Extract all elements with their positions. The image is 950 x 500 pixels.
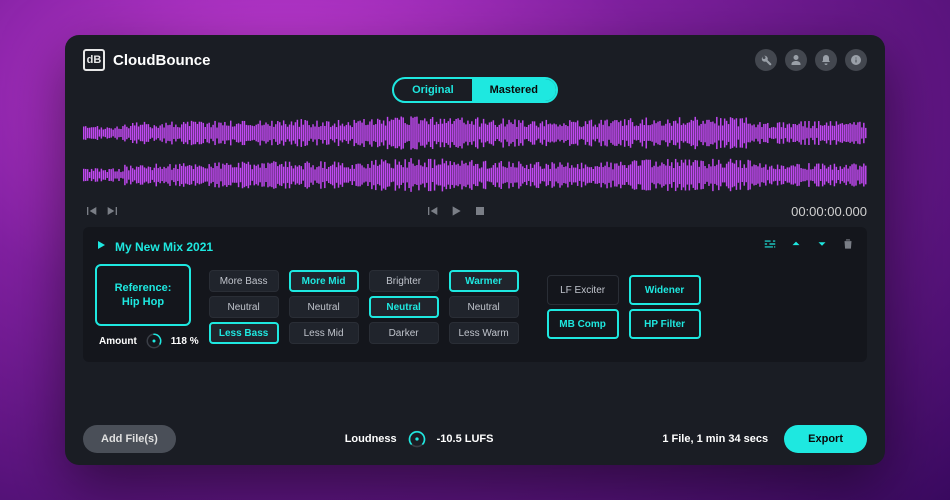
logo-badge: dB [83,49,105,71]
stop-icon[interactable] [472,203,488,219]
sliders-icon[interactable] [763,237,777,256]
track-play-icon[interactable] [95,238,107,256]
reference-genre-button[interactable]: Reference: Hip Hop [95,264,191,326]
preset-col-mid: More Mid Neutral Less Mid [289,270,359,344]
chip-neutral-mid[interactable]: Neutral [289,296,359,318]
footer: Add File(s) Loudness -10.5 LUFS 1 File, … [83,417,867,453]
chip-neutral-warm[interactable]: Neutral [449,296,519,318]
reference-label: Reference: [115,281,172,295]
waveform-display[interactable] [83,109,867,199]
loudness-control: Loudness -10.5 LUFS [345,429,494,449]
bell-icon[interactable] [815,49,837,71]
module-lf-exciter[interactable]: LF Exciter [547,275,619,305]
trash-icon[interactable] [841,237,855,256]
amount-knob[interactable] [145,332,163,350]
skip-forward-icon[interactable] [105,203,121,219]
file-info: 1 File, 1 min 34 secs [662,433,768,445]
loudness-value: -10.5 LUFS [437,433,494,445]
amount-label: Amount [99,336,137,347]
play-icon[interactable] [448,203,464,219]
collapse-up-icon[interactable] [789,237,803,256]
ab-toggle: Original Mastered [392,77,558,103]
module-col-right: Widener HP Filter [629,275,701,339]
module-mb-comp[interactable]: MB Comp [547,309,619,339]
amount-control: Amount 118 % [99,332,199,350]
logo: dB CloudBounce [83,49,211,71]
chip-neutral-bright[interactable]: Neutral [369,296,439,318]
chevron-down-icon[interactable] [815,237,829,256]
info-icon[interactable] [845,49,867,71]
export-button[interactable]: Export [784,425,867,453]
chip-less-bass[interactable]: Less Bass [209,322,279,344]
chip-darker[interactable]: Darker [369,322,439,344]
add-files-button[interactable]: Add File(s) [83,425,176,453]
amount-value: 118 % [171,336,199,347]
chip-less-mid[interactable]: Less Mid [289,322,359,344]
toggle-original[interactable]: Original [394,79,472,101]
preset-row: Reference: Hip Hop Amount 118 % More Bas… [95,264,855,350]
chip-brighter[interactable]: Brighter [369,270,439,292]
transport-skip [83,203,121,219]
reference-genre: Hip Hop [122,295,164,309]
reference-block: Reference: Hip Hop Amount 118 % [95,264,199,350]
track-title: My New Mix 2021 [115,240,213,254]
preset-col-bright: Brighter Neutral Darker [369,270,439,344]
preset-col-bass: More Bass Neutral Less Bass [209,270,279,344]
track-tools [763,237,855,256]
chip-neutral-bass[interactable]: Neutral [209,296,279,318]
transport-main [121,203,791,219]
chip-warmer[interactable]: Warmer [449,270,519,292]
header-icon-group [755,49,867,71]
user-icon[interactable] [785,49,807,71]
wrench-icon[interactable] [755,49,777,71]
preset-col-warm: Warmer Neutral Less Warm [449,270,519,344]
chip-less-warm[interactable]: Less Warm [449,322,519,344]
track-panel: My New Mix 2021 Reference: [83,227,867,362]
chip-more-bass[interactable]: More Bass [209,270,279,292]
module-hp-filter[interactable]: HP Filter [629,309,701,339]
module-col-left: LF Exciter MB Comp [547,275,619,339]
module-widener[interactable]: Widener [629,275,701,305]
skip-back-icon[interactable] [83,203,99,219]
toggle-mastered[interactable]: Mastered [472,79,556,101]
track-title-row: My New Mix 2021 [95,238,213,256]
track-header: My New Mix 2021 [95,237,855,256]
app-window: dB CloudBounce Original Mastered [65,35,885,465]
brand-name: CloudBounce [113,52,211,69]
loudness-knob[interactable] [407,429,427,449]
header: dB CloudBounce [83,49,867,71]
prev-icon[interactable] [424,203,440,219]
loudness-label: Loudness [345,433,397,445]
chip-more-mid[interactable]: More Mid [289,270,359,292]
ab-toggle-wrap: Original Mastered [83,77,867,103]
footer-right: 1 File, 1 min 34 secs Export [662,425,867,453]
transport-bar: 00:00:00.000 [83,203,867,219]
timecode: 00:00:00.000 [791,204,867,219]
